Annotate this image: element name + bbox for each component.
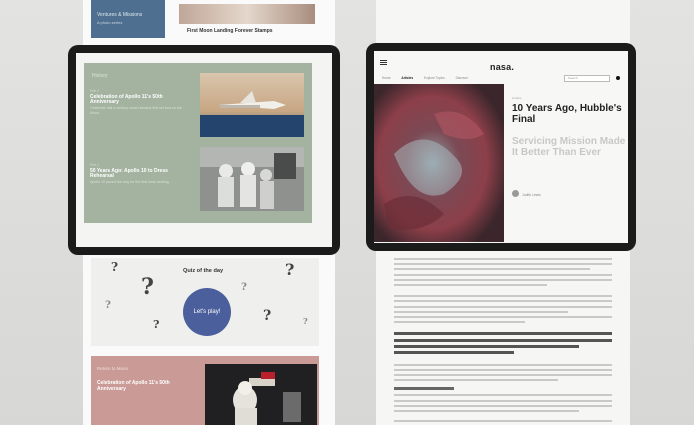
article-headline: 50 Years Ago: Apollo 10 to Dress Rehears…: [90, 167, 168, 179]
nav-home[interactable]: Home: [382, 76, 391, 80]
history-article-2[interactable]: Feb 1 50 Years Ago: Apollo 10 to Dress R…: [90, 163, 186, 185]
apollo-crew-photo: [200, 147, 304, 211]
stamps-photo: [179, 4, 315, 24]
question-mark-icon: ?: [141, 274, 154, 300]
right-tablet-screen[interactable]: nasa. Home Articles Explore Topics Disco…: [374, 51, 628, 243]
article-author[interactable]: Judith Lewis: [522, 193, 541, 197]
profile-icon[interactable]: [616, 76, 620, 80]
search-input[interactable]: Search: [564, 75, 610, 82]
question-mark-icon: ?: [153, 318, 160, 331]
article-summary: Celebrate half a century since humans fi…: [90, 105, 182, 116]
feature-section-title: Return to Moon: [97, 366, 129, 371]
top-card-blue-title: Ventures & Missions: [97, 12, 143, 18]
search-placeholder: Search: [568, 76, 578, 80]
history-panel[interactable]: History Feb 2 Celebration of Apollo 11's…: [84, 63, 312, 223]
article-kicker: Hubble: [512, 96, 522, 100]
left-tablet-screen[interactable]: History Feb 2 Celebration of Apollo 11's…: [76, 53, 332, 247]
article-headline-faded: Servicing Mission Made It Better Than Ev…: [512, 136, 626, 158]
question-mark-icon: ?: [105, 300, 111, 311]
article-headline: 10 Years Ago, Hubble's Final: [512, 103, 622, 125]
quiz-title: Quiz of the day: [183, 268, 224, 274]
nav-articles[interactable]: Articles: [401, 76, 413, 80]
top-card-blue-subtitle: A photo series: [97, 20, 123, 25]
question-mark-icon: ?: [303, 316, 308, 326]
nasa-logo[interactable]: nasa.: [490, 62, 514, 72]
question-mark-icon: ?: [241, 282, 247, 293]
nav-discover[interactable]: Discover: [456, 76, 468, 80]
article-headline: Celebration of Apollo 11's 50th Annivers…: [90, 93, 163, 105]
nebula-image: [374, 84, 504, 242]
question-mark-icon: ?: [111, 260, 119, 274]
top-nav: Home Articles Explore Topics Discover: [382, 76, 478, 80]
nav-explore-topics[interactable]: Explore Topics: [424, 76, 445, 80]
history-title: History: [92, 73, 108, 79]
left-tablet: History Feb 2 Celebration of Apollo 11's…: [68, 45, 340, 255]
question-mark-icon: ?: [263, 308, 272, 324]
question-mark-icon: ?: [285, 260, 295, 279]
history-article-1[interactable]: Feb 2 Celebration of Apollo 11's 50th An…: [90, 89, 186, 117]
feature-card[interactable]: Return to Moon Celebration of Apollo 11'…: [91, 356, 319, 425]
astronaut-photo: [205, 364, 317, 425]
article-summary: Apollo 10 paved the way for the first lu…: [90, 179, 170, 184]
top-card-stamps[interactable]: [179, 4, 315, 24]
background: Ventures & Missions A photo series First…: [0, 0, 694, 425]
right-tablet: nasa. Home Articles Explore Topics Disco…: [366, 43, 636, 251]
space-shuttle-photo: [200, 73, 304, 137]
lets-play-button[interactable]: Let's play!: [183, 288, 231, 336]
quiz-card[interactable]: Quiz of the day ? ? ? ? ? ? ? ? Let's pl…: [91, 258, 319, 346]
top-card-blue[interactable]: Ventures & Missions A photo series: [91, 0, 165, 38]
stamps-caption: First Moon Landing Forever Stamps: [187, 28, 273, 34]
feature-headline: Celebration of Apollo 11's 50th Annivers…: [97, 380, 170, 392]
author-avatar: [512, 190, 519, 197]
article-body: [394, 258, 612, 425]
menu-icon[interactable]: [380, 60, 387, 61]
